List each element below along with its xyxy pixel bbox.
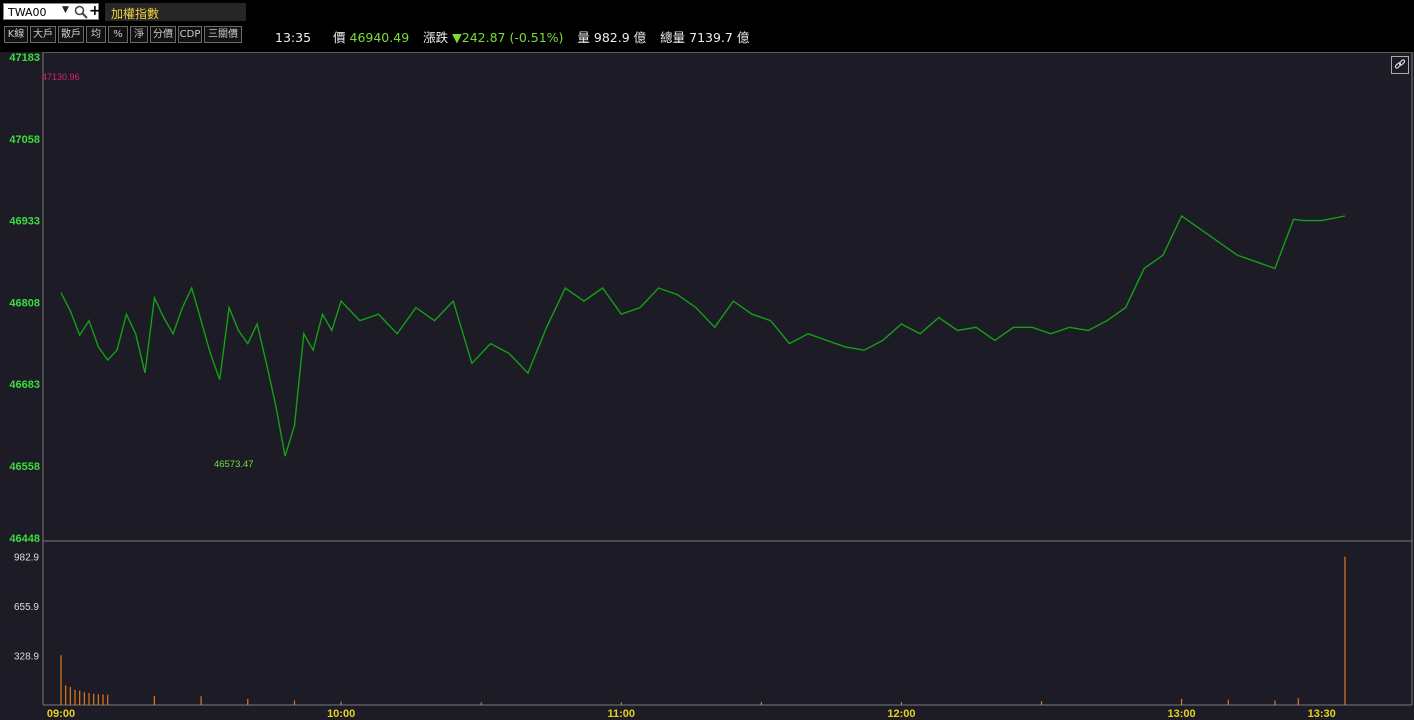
time-tick-label: 11:00 bbox=[608, 708, 636, 720]
percent-button[interactable]: % bbox=[108, 26, 128, 43]
price-line bbox=[60, 214, 1346, 457]
total-volume-label: 總量 bbox=[660, 30, 686, 45]
chart-svg: 47183 47058 46933 46808 46683 46558 46448 4713… bbox=[9, 52, 1413, 720]
price-tick-label: 46933 bbox=[9, 216, 40, 228]
price-tick-label: 46558 bbox=[9, 461, 40, 473]
total-volume-value: 7139.7 億 bbox=[689, 30, 750, 45]
time-tick-label: 13:00 bbox=[1168, 708, 1196, 720]
price-tick-label: 46683 bbox=[9, 379, 40, 391]
price-tick-label: 46808 bbox=[9, 297, 40, 309]
chevron-down-icon[interactable]: ▼ bbox=[62, 5, 69, 15]
time-tick-label: 10:00 bbox=[327, 708, 355, 720]
search-icon[interactable] bbox=[74, 5, 88, 19]
index-name-box: 加權指數 bbox=[105, 3, 246, 21]
symbol-text: TWA00 bbox=[8, 6, 47, 19]
change-value: ▼242.87 (-0.51%) bbox=[452, 30, 564, 45]
three-gate-button[interactable]: 三關價 bbox=[204, 26, 242, 43]
top-bar: TWA00 ▼ + 加權指數 bbox=[0, 0, 1414, 22]
price-tick-label: 47183 bbox=[9, 52, 40, 64]
retail-button[interactable]: 散戶 bbox=[58, 26, 84, 43]
volume-tick-label: 328.9 bbox=[14, 651, 39, 662]
toolbar: K線 大戶 散戶 均 % 淨 分價 CDP 三關價 13:35 價 46940.… bbox=[0, 22, 1414, 52]
price-tick-label: 47058 bbox=[9, 134, 40, 146]
high-price-label: 47130.96 bbox=[42, 72, 80, 82]
time-tick-label: 13:30 bbox=[1308, 708, 1336, 720]
price-distribution-button[interactable]: 分價 bbox=[150, 26, 176, 43]
cdp-button[interactable]: CDP bbox=[178, 26, 202, 43]
chart-area[interactable]: 47183 47058 46933 46808 46683 46558 46448 4713… bbox=[0, 52, 1414, 720]
price-tick-label: 46448 bbox=[9, 533, 40, 545]
time-tick-label: 09:00 bbox=[47, 708, 75, 720]
net-button[interactable]: 淨 bbox=[130, 26, 148, 43]
volume-tick-label: 655.9 bbox=[14, 602, 39, 613]
time-tick-label: 12:00 bbox=[887, 708, 915, 720]
volume-tick-label: 982.9 bbox=[14, 553, 39, 564]
kline-button[interactable]: K線 bbox=[4, 26, 28, 43]
index-name: 加權指數 bbox=[111, 7, 160, 21]
average-button[interactable]: 均 bbox=[86, 26, 106, 43]
quote-panel: 13:35 價 46940.49 漲跌 ▼242.87 (-0.51%) 量 9… bbox=[275, 27, 749, 46]
quote-time: 13:35 bbox=[275, 30, 312, 45]
low-price-label: 46573.47 bbox=[214, 459, 254, 470]
price-value: 46940.49 bbox=[349, 30, 410, 45]
big-holder-button[interactable]: 大戶 bbox=[30, 26, 56, 43]
volume-label: 量 bbox=[577, 30, 590, 45]
price-label: 價 bbox=[333, 30, 346, 45]
link-icon[interactable] bbox=[1391, 56, 1409, 74]
volume-value: 982.9 億 bbox=[593, 30, 647, 45]
symbol-input[interactable]: TWA00 ▼ + bbox=[3, 3, 101, 20]
change-label: 漲跌 bbox=[423, 30, 449, 45]
add-icon[interactable]: + bbox=[89, 3, 101, 19]
